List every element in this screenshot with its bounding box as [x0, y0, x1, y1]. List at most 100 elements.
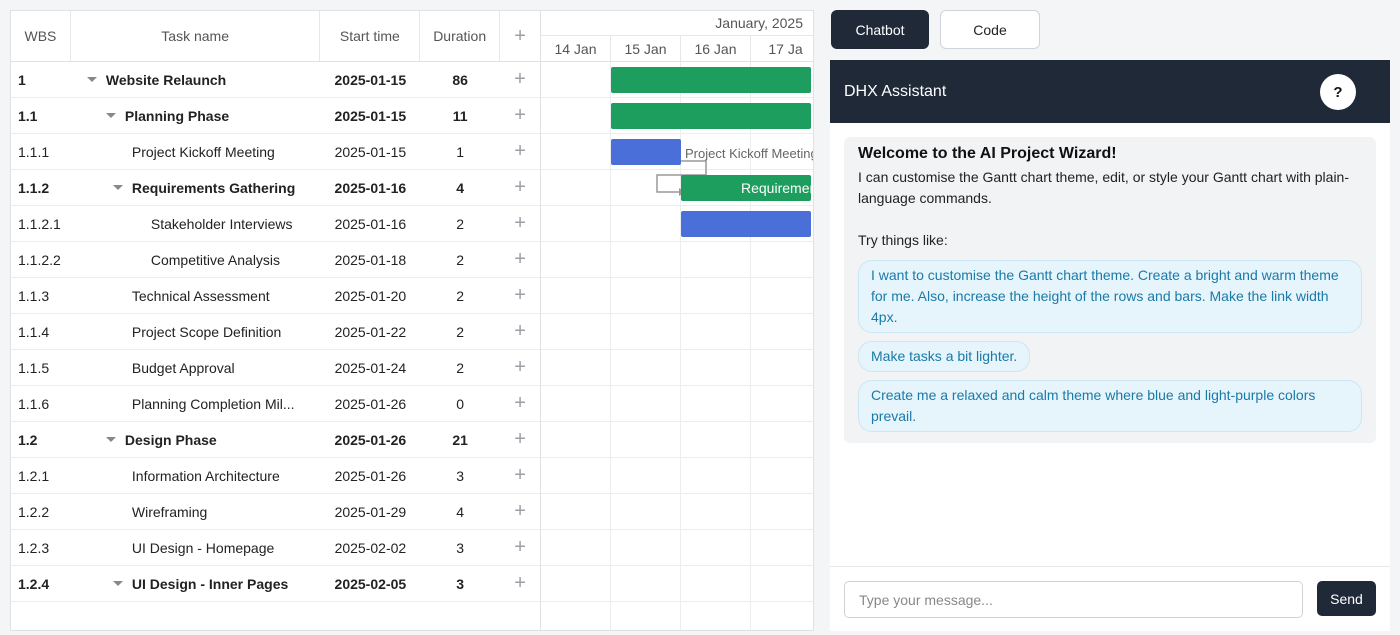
- add-subtask-button[interactable]: +: [500, 386, 540, 421]
- cell-start-time: 2025-01-15: [334, 71, 407, 88]
- chevron-down-icon[interactable]: [105, 437, 116, 442]
- panel-tabs: Chatbot Code: [831, 10, 1040, 49]
- table-row[interactable]: 1.1.2.2 Competitive Analysis 2025-01-18 2 +: [11, 242, 540, 278]
- timeline-row-line: [541, 97, 813, 98]
- column-header-start-time[interactable]: Start time: [320, 11, 421, 61]
- add-subtask-button[interactable]: +: [500, 566, 540, 601]
- timeline-row-line: [541, 205, 813, 206]
- message-input[interactable]: [844, 581, 1303, 618]
- table-row[interactable]: 1.2.4 UI Design - Inner Pages 2025-02-05 3 +: [11, 566, 540, 602]
- cell-duration: 3: [456, 575, 465, 592]
- scale-day: 16 Jan: [681, 36, 751, 61]
- welcome-text: I can customise the Gantt chart theme, e…: [858, 169, 1349, 206]
- welcome-title: Welcome to the AI Project Wizard!: [858, 145, 1117, 162]
- cell-wbs: 1.1.5: [18, 359, 50, 376]
- gantt-bar-website-relaunch[interactable]: [611, 67, 811, 93]
- gantt-chart: WBS Task name Start time Duration + 1 Web…: [10, 10, 814, 631]
- task-name-text: Information Architecture: [131, 467, 280, 484]
- suggestion-chip[interactable]: I want to customise the Gantt chart them…: [858, 260, 1362, 333]
- table-row[interactable]: 1.1.6 Planning Completion Mil... 2025-01-2…: [11, 386, 540, 422]
- chevron-down-icon[interactable]: [86, 77, 97, 82]
- cell-wbs: 1: [18, 71, 26, 88]
- scale-day: 15 Jan: [611, 36, 681, 61]
- cell-task-name: UI Design - Homepage: [71, 530, 321, 565]
- scale-day: 14 Jan: [541, 36, 611, 61]
- add-subtask-button[interactable]: +: [500, 494, 540, 529]
- cell-task-name: Project Scope Definition: [71, 314, 321, 349]
- table-row[interactable]: 1.2.3 UI Design - Homepage 2025-02-02 3 +: [11, 530, 540, 566]
- column-header-task-name[interactable]: Task name: [71, 11, 321, 61]
- cell-start-time: 2025-01-22: [334, 323, 407, 340]
- welcome-message: Welcome to the AI Project Wizard! I can …: [844, 137, 1376, 443]
- cell-start-time: 2025-01-26: [334, 467, 407, 484]
- add-subtask-button[interactable]: +: [500, 350, 540, 385]
- assistant-panel: DHX Assistant ? Welcome to the AI Projec…: [830, 60, 1390, 631]
- table-row[interactable]: 1.2.1 Information Architecture 2025-01-26 3…: [11, 458, 540, 494]
- add-subtask-button[interactable]: +: [500, 206, 540, 241]
- cell-start-time: 2025-01-26: [334, 431, 407, 448]
- scale-days: 14 Jan 15 Jan 16 Jan 17 Ja: [541, 36, 813, 62]
- cell-task-name: Competitive Analysis: [71, 242, 321, 277]
- cell-duration: 2: [456, 215, 465, 232]
- table-row[interactable]: 1.1.2.1 Stakeholder Interviews 2025-01-16 2…: [11, 206, 540, 242]
- cell-duration: 2: [456, 287, 465, 304]
- timeline-row-line: [541, 349, 813, 350]
- add-subtask-button[interactable]: +: [500, 62, 540, 97]
- suggestion-chip[interactable]: Make tasks a bit lighter.: [858, 341, 1031, 372]
- table-row[interactable]: 1 Website Relaunch 2025-01-15 86 +: [11, 62, 540, 98]
- table-row[interactable]: 1.1.3 Technical Assessment 2025-01-20 2 +: [11, 278, 540, 314]
- send-button[interactable]: Send: [1317, 581, 1376, 616]
- suggestion-chip[interactable]: Create me a relaxed and calm theme where…: [858, 380, 1362, 432]
- add-task-header-button[interactable]: +: [500, 11, 540, 61]
- column-header-duration[interactable]: Duration: [420, 11, 501, 61]
- chevron-down-icon[interactable]: [112, 581, 123, 586]
- cell-wbs: 1.1.1: [18, 143, 50, 160]
- chevron-down-icon[interactable]: [112, 185, 123, 190]
- cell-duration: 11: [452, 107, 468, 124]
- help-button[interactable]: ?: [1320, 74, 1356, 110]
- cell-wbs: 1.2.4: [18, 575, 50, 592]
- table-row[interactable]: 1.2.2 Wireframing 2025-01-29 4 +: [11, 494, 540, 530]
- chevron-down-icon[interactable]: [105, 113, 116, 118]
- table-row[interactable]: 1.1.2 Requirements Gathering 2025-01-16 4 +: [11, 170, 540, 206]
- assistant-title: DHX Assistant: [844, 82, 947, 100]
- add-subtask-button[interactable]: +: [500, 98, 540, 133]
- add-subtask-button[interactable]: +: [500, 314, 540, 349]
- cell-task-name: Project Kickoff Meeting: [71, 134, 321, 169]
- add-subtask-button[interactable]: +: [500, 458, 540, 493]
- table-row[interactable]: 1.2 Design Phase 2025-01-26 21 +: [11, 422, 540, 458]
- add-subtask-button[interactable]: +: [500, 242, 540, 277]
- gantt-bar-planning-phase[interactable]: [611, 103, 811, 129]
- timeline-row-line: [541, 313, 813, 314]
- cell-wbs: 1.2.3: [18, 539, 50, 556]
- table-row[interactable]: 1.1.1 Project Kickoff Meeting 2025-01-15 1 +: [11, 134, 540, 170]
- add-subtask-button[interactable]: +: [500, 422, 540, 457]
- grid-header: WBS Task name Start time Duration +: [11, 11, 540, 62]
- cell-start-time: 2025-01-18: [334, 251, 407, 268]
- cell-wbs: 1.2.2: [18, 503, 50, 520]
- scale-day: 17 Ja: [751, 36, 813, 61]
- task-name-text: Technical Assessment: [131, 287, 270, 304]
- bar-label-requirements: Requirements Gathering: [741, 180, 811, 196]
- cell-start-time: 2025-01-16: [334, 215, 407, 232]
- table-row[interactable]: 1.1.5 Budget Approval 2025-01-24 2 +: [11, 350, 540, 386]
- add-subtask-button[interactable]: +: [500, 278, 540, 313]
- tab-code[interactable]: Code: [940, 10, 1040, 49]
- tab-chatbot[interactable]: Chatbot: [831, 10, 929, 49]
- task-name-text: Wireframing: [131, 503, 208, 520]
- cell-duration: 2: [456, 359, 465, 376]
- cell-wbs: 1.1.2: [18, 179, 50, 196]
- gantt-bar-requirements-gathering[interactable]: Requirements Gathering: [681, 175, 811, 201]
- gantt-bar-stakeholder-interviews[interactable]: [681, 211, 811, 237]
- add-subtask-button[interactable]: +: [500, 134, 540, 169]
- timeline-body: Project Kickoff Meeting Requirements Gat…: [541, 62, 813, 630]
- assistant-header: DHX Assistant ?: [830, 60, 1390, 123]
- cell-task-name: Information Architecture: [71, 458, 321, 493]
- table-row[interactable]: 1.1.4 Project Scope Definition 2025-01-22 2…: [11, 314, 540, 350]
- table-row[interactable]: 1.1 Planning Phase 2025-01-15 11 +: [11, 98, 540, 134]
- add-subtask-button[interactable]: +: [500, 530, 540, 565]
- timeline-row-line: [541, 493, 813, 494]
- column-header-wbs[interactable]: WBS: [11, 11, 71, 61]
- task-name-text: Planning Completion Mil...: [131, 395, 295, 412]
- add-subtask-button[interactable]: +: [500, 170, 540, 205]
